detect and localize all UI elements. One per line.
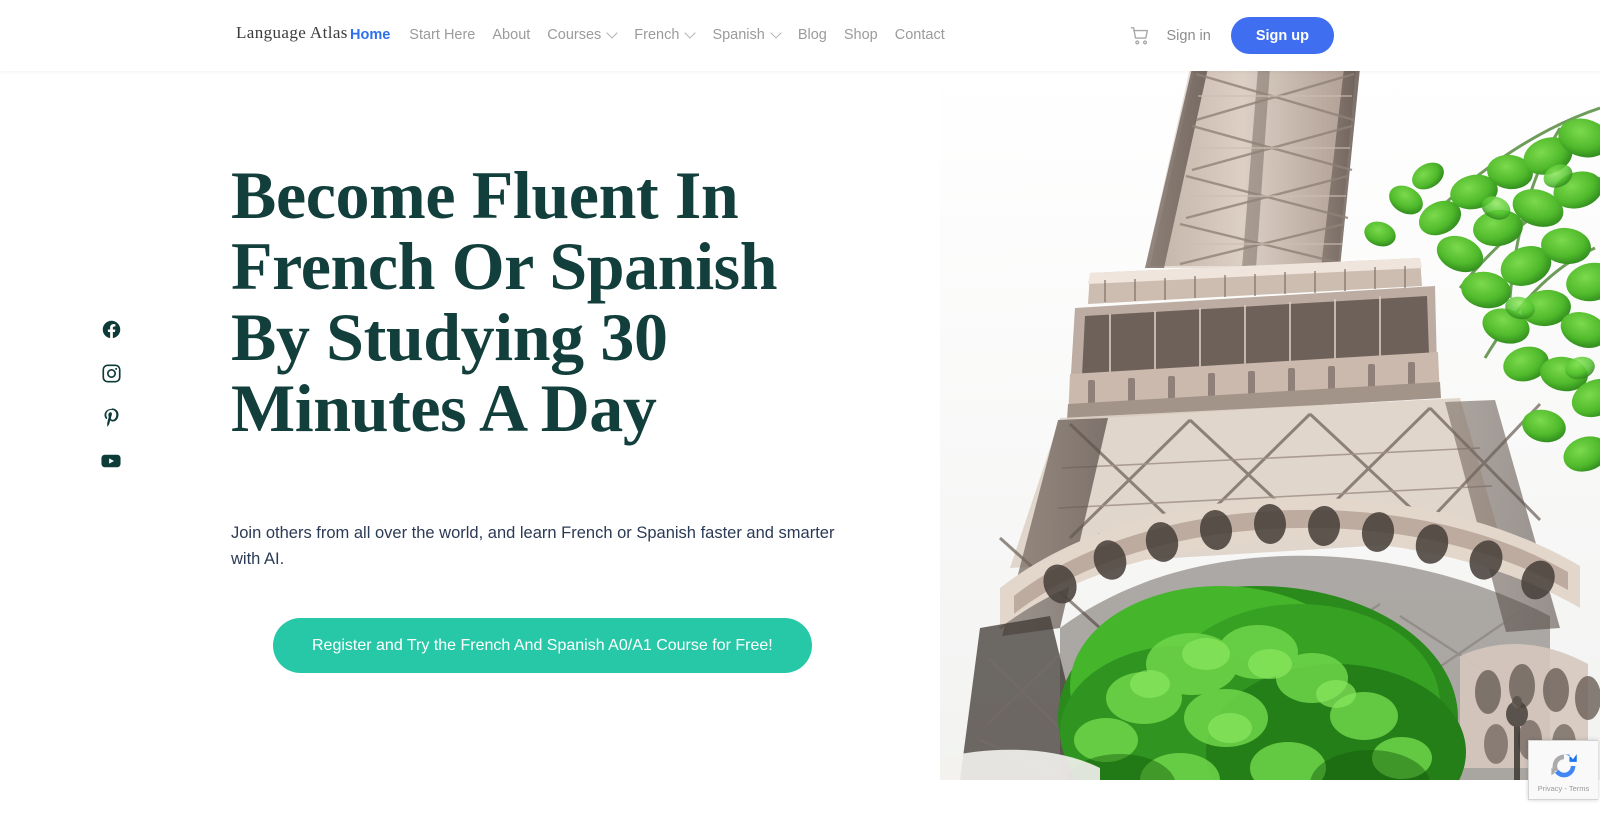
facebook-icon[interactable] bbox=[100, 318, 122, 340]
hero-content: Become Fluent In French Or Spanish By St… bbox=[231, 157, 871, 673]
nav-item-label: Blog bbox=[797, 27, 827, 43]
instagram-icon[interactable] bbox=[100, 362, 122, 384]
page-title: Become Fluent In French Or Spanish By St… bbox=[231, 157, 778, 446]
chevron-down-icon bbox=[772, 29, 781, 38]
nav-item-french[interactable]: French bbox=[634, 24, 712, 46]
pinterest-icon[interactable] bbox=[100, 406, 122, 428]
site-logo[interactable]: Language Atlas bbox=[236, 23, 348, 43]
header-actions: Sign in Sign up bbox=[1118, 0, 1600, 71]
nav-item-label: Contact bbox=[894, 27, 945, 43]
nav-item-label: Courses bbox=[547, 27, 602, 43]
hero-subtitle: Join others from all over the world, and… bbox=[231, 524, 835, 568]
sign-in-link[interactable]: Sign in bbox=[1166, 28, 1210, 44]
primary-navigation: Home Start Here About Courses French Spanish B… bbox=[350, 24, 962, 46]
nav-item-start-here[interactable]: Start Here bbox=[409, 24, 492, 46]
nav-item-spanish[interactable]: Spanish bbox=[712, 24, 797, 46]
recaptcha-badge[interactable]: Privacy - Terms bbox=[1528, 740, 1598, 800]
nav-item-label: Spanish bbox=[712, 27, 765, 43]
social-links-rail bbox=[94, 318, 128, 472]
nav-item-label: French bbox=[634, 27, 680, 43]
chevron-down-icon bbox=[608, 29, 617, 38]
sign-up-button[interactable]: Sign up bbox=[1230, 17, 1334, 54]
nav-item-blog[interactable]: Blog bbox=[798, 24, 844, 46]
nav-item-home[interactable]: Home bbox=[350, 24, 409, 46]
nav-item-label: Home bbox=[350, 27, 391, 43]
nav-item-label: Start Here bbox=[409, 27, 476, 43]
nav-item-shop[interactable]: Shop bbox=[844, 24, 895, 46]
register-free-course-button[interactable]: Register and Try the French And Spanish … bbox=[273, 618, 812, 673]
recaptcha-logo-icon bbox=[1550, 754, 1577, 778]
youtube-icon[interactable] bbox=[100, 450, 122, 472]
nav-item-label: About bbox=[492, 27, 531, 43]
site-header: Language Atlas Home Start Here About Course… bbox=[0, 0, 1600, 71]
nav-item-contact[interactable]: Contact bbox=[895, 24, 962, 46]
shopping-cart-icon[interactable] bbox=[1118, 14, 1162, 58]
hero-image-eiffel-tower bbox=[940, 68, 1600, 780]
recaptcha-privacy-terms[interactable]: Privacy - Terms bbox=[1538, 784, 1590, 793]
nav-item-about[interactable]: About bbox=[492, 24, 547, 46]
page-root: Language Atlas Home Start Here About Course… bbox=[0, 0, 1600, 834]
eiffel-tower-illustration bbox=[940, 68, 1600, 780]
nav-item-courses[interactable]: Courses bbox=[547, 24, 634, 46]
chevron-down-icon bbox=[686, 29, 695, 38]
nav-item-label: Shop bbox=[843, 27, 878, 43]
